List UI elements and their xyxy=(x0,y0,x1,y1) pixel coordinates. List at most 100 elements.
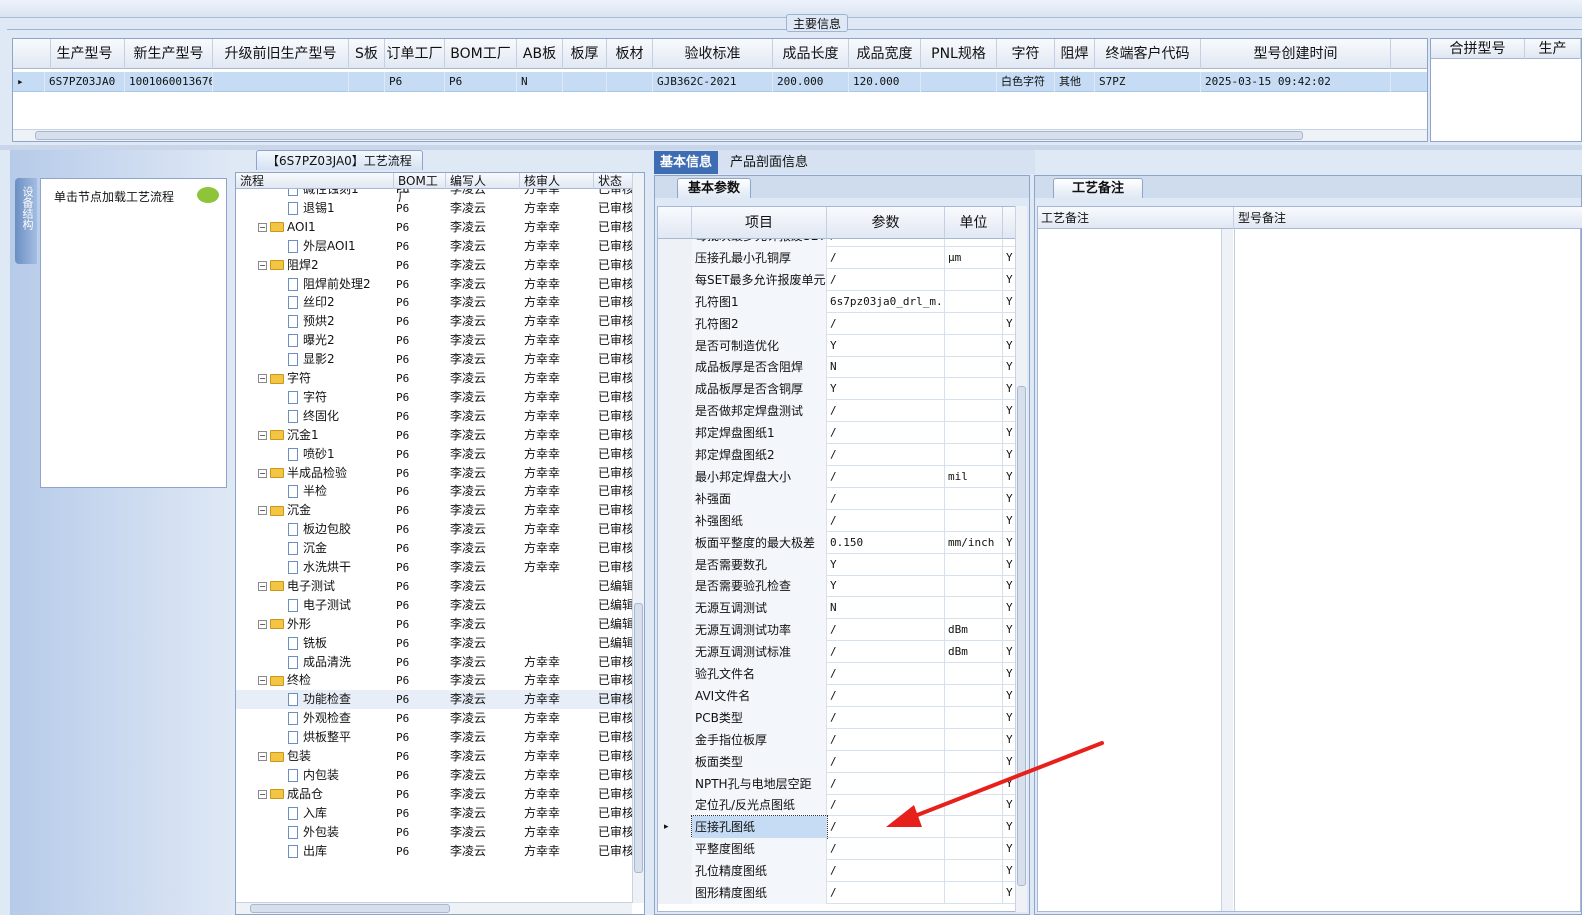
col-header[interactable]: 板厚 xyxy=(563,39,607,69)
param-cell-value[interactable]: / xyxy=(827,663,945,685)
param-cell-value[interactable]: 0.150 xyxy=(827,531,945,554)
param-row[interactable]: 平整度图纸 / Y xyxy=(658,838,1016,861)
process-tree-hscroll[interactable] xyxy=(236,902,632,914)
col-header[interactable]: 新生产型号 xyxy=(125,39,213,69)
param-cell-value[interactable]: / xyxy=(827,684,945,707)
param-cell-value[interactable]: / xyxy=(827,838,945,861)
param-cell-value[interactable]: / xyxy=(827,487,945,510)
tree-row[interactable]: 阻焊前处理2 P6 李凌云 方幸幸 已审核 xyxy=(236,275,632,294)
col-header[interactable]: 终端客户代码 xyxy=(1095,39,1201,69)
tree-row[interactable]: 显影2 P6 李凌云 方幸幸 已审核 xyxy=(236,350,632,369)
main-info-cell[interactable]: 2025-03-15 09:42:02 xyxy=(1201,72,1391,92)
param-cell-value[interactable]: / xyxy=(827,465,945,488)
hscroll-thumb[interactable] xyxy=(35,131,1303,140)
param-cell-value[interactable]: N xyxy=(827,356,945,379)
tree-row[interactable]: − 字符 P6 李凌云 方幸幸 已审核 xyxy=(236,369,632,388)
tree-row[interactable]: − 成品仓 P6 李凌云 方幸幸 已审核 xyxy=(236,785,632,804)
param-row[interactable]: 是否需要数孔 Y Y xyxy=(658,553,1016,576)
tree-col-header[interactable]: 编写人 xyxy=(446,173,520,189)
param-row[interactable]: 验孔文件名 / Y xyxy=(658,663,1016,685)
tree-row[interactable]: 碱性蚀刻1 P6 李凌云 方幸幸 已审核 xyxy=(236,189,632,199)
col-header[interactable]: 订单工厂 xyxy=(385,39,445,69)
tree-row[interactable]: 内包装 P6 李凌云 方幸幸 已审核 xyxy=(236,766,632,785)
col-header[interactable]: 型号创建时间 xyxy=(1201,39,1391,69)
tree-row[interactable]: − 沉金1 P6 李凌云 方幸幸 已审核 xyxy=(236,426,632,445)
param-cell-value[interactable]: / xyxy=(827,641,945,664)
collapse-toggle-icon[interactable]: − xyxy=(258,581,267,591)
col-header[interactable]: 成品宽度 xyxy=(849,39,921,69)
param-cell-value[interactable]: / xyxy=(827,860,945,883)
param-cell-value[interactable]: / xyxy=(827,246,945,269)
main-info-cell[interactable]: 白色字符 xyxy=(997,72,1055,92)
param-cell-value[interactable]: 6s7pz03ja0_drl_m... xyxy=(827,290,945,313)
param-row[interactable]: 孔位精度图纸 / Y xyxy=(658,860,1016,883)
tree-row[interactable]: − 包装 P6 李凌云 方幸幸 已审核 xyxy=(236,747,632,766)
sidebar-tab-equipment[interactable]: 设备结构 xyxy=(15,178,37,264)
param-row[interactable]: 是否需要验孔检查 Y Y xyxy=(658,575,1016,598)
main-info-cell[interactable]: P6 xyxy=(445,72,517,92)
tree-col-header[interactable]: 核审人 xyxy=(520,173,594,189)
main-info-hscroll[interactable] xyxy=(13,129,1427,141)
param-row[interactable]: 无源互调测试功率 / dBm Y xyxy=(658,619,1016,642)
tree-row[interactable]: − 终检 P6 李凌云 方幸幸 已审核 xyxy=(236,671,632,690)
param-row[interactable]: 每批次最多允许报废SET/Y xyxy=(658,239,1016,247)
tree-row[interactable]: 入库 P6 李凌云 方幸幸 已审核 xyxy=(236,804,632,823)
col-header[interactable]: 验收标准 xyxy=(653,39,773,69)
tree-row[interactable]: 退锡1 P6 李凌云 方幸幸 已审核 xyxy=(236,199,632,218)
tree-row[interactable]: 铣板 P6 李凌云 已编辑 xyxy=(236,634,632,653)
param-cell-value[interactable]: Y xyxy=(827,575,945,598)
main-info-row[interactable]: ▸ 6S7PZ03JA0 10010600136765 P6 P6 N GJB362C-20… xyxy=(13,72,1427,92)
tree-row[interactable]: 喷砂1 P6 李凌云 方幸幸 已审核 xyxy=(236,445,632,464)
param-row[interactable]: 图形精度图纸 / Y xyxy=(658,882,1016,904)
tree-row[interactable]: 终固化 P6 李凌云 方幸幸 已审核 xyxy=(236,407,632,426)
param-cell-value[interactable]: / xyxy=(827,400,945,423)
collapse-toggle-icon[interactable]: − xyxy=(258,752,267,761)
collapse-toggle-icon[interactable]: − xyxy=(258,222,267,232)
tree-row[interactable]: 外包装 P6 李凌云 方幸幸 已审核 xyxy=(236,823,632,842)
col-header[interactable]: 板材 xyxy=(607,39,653,69)
param-row[interactable]: 无源互调测试 N Y xyxy=(658,597,1016,620)
tree-row[interactable]: − 沉金 P6 李凌云 方幸幸 已审核 xyxy=(236,501,632,520)
collapse-toggle-icon[interactable]: − xyxy=(258,676,267,686)
param-row[interactable]: 补强图纸 / Y xyxy=(658,509,1016,532)
param-row[interactable]: 成品板厚是否含阻焊 N Y xyxy=(658,356,1016,379)
param-row[interactable]: 压接孔最小孔铜厚 / μm Y xyxy=(658,246,1016,269)
param-cell-value[interactable]: / xyxy=(827,239,945,247)
main-info-cell[interactable]: S7PZ xyxy=(1095,72,1201,92)
param-row[interactable]: AVI文件名 / Y xyxy=(658,684,1016,707)
tree-row[interactable]: 曝光2 P6 李凌云 方幸幸 已审核 xyxy=(236,331,632,350)
collapse-toggle-icon[interactable]: − xyxy=(258,789,267,799)
param-cell-value[interactable]: / xyxy=(827,422,945,445)
main-info-cell[interactable] xyxy=(563,72,607,92)
main-info-cell[interactable] xyxy=(213,72,349,92)
param-row[interactable]: 孔符图1 6s7pz03ja0_drl_m... Y xyxy=(658,290,1016,313)
param-row[interactable]: 孔符图2/Y xyxy=(658,312,1016,335)
param-cell-value[interactable]: Y xyxy=(827,553,945,576)
main-info-cell[interactable] xyxy=(607,72,653,92)
main-info-cell[interactable] xyxy=(921,72,997,92)
main-info-cell[interactable]: N xyxy=(517,72,563,92)
col-header[interactable]: PNL规格 xyxy=(921,39,997,69)
tree-row[interactable]: − 外形 P6 李凌云 已编辑 xyxy=(236,615,632,634)
tree-row[interactable]: 外观检查 P6 李凌云 方幸幸 已审核 xyxy=(236,709,632,728)
param-row[interactable]: 无源互调测试标准 / dBm Y xyxy=(658,641,1016,664)
main-info-cell[interactable]: 6S7PZ03JA0 xyxy=(45,72,125,92)
param-row[interactable]: PCB类型 / Y xyxy=(658,706,1016,729)
collapse-toggle-icon[interactable]: − xyxy=(258,468,267,478)
tree-col-header[interactable]: 状态 xyxy=(594,173,634,189)
param-row[interactable]: 邦定焊盘图纸1/Y xyxy=(658,422,1016,445)
process-tree-vscroll[interactable] xyxy=(632,173,644,903)
hscroll-thumb[interactable] xyxy=(250,904,450,913)
tab-process-notes[interactable]: 工艺备注 xyxy=(1053,178,1144,198)
tree-row[interactable]: 电子测试 P6 李凌云 已编辑 xyxy=(236,596,632,615)
tree-row[interactable]: 字符 P6 李凌云 方幸幸 已审核 xyxy=(236,388,632,407)
tree-row[interactable]: 板边包胶 P6 李凌云 方幸幸 已审核 xyxy=(236,520,632,539)
collapse-toggle-icon[interactable]: − xyxy=(258,260,267,270)
param-cell-value[interactable]: / xyxy=(827,509,945,532)
col-header[interactable]: BOM工厂 xyxy=(445,39,517,69)
tree-row[interactable]: − AOI1 P6 李凌云 方幸幸 已审核 xyxy=(236,218,632,237)
param-cell-value[interactable]: Y xyxy=(827,378,945,401)
tab-basic-params[interactable]: 基本参数 xyxy=(677,178,752,198)
param-cell-value[interactable]: / xyxy=(827,312,945,335)
param-row[interactable]: 成品板厚是否含铜厚 Y Y xyxy=(658,378,1016,401)
